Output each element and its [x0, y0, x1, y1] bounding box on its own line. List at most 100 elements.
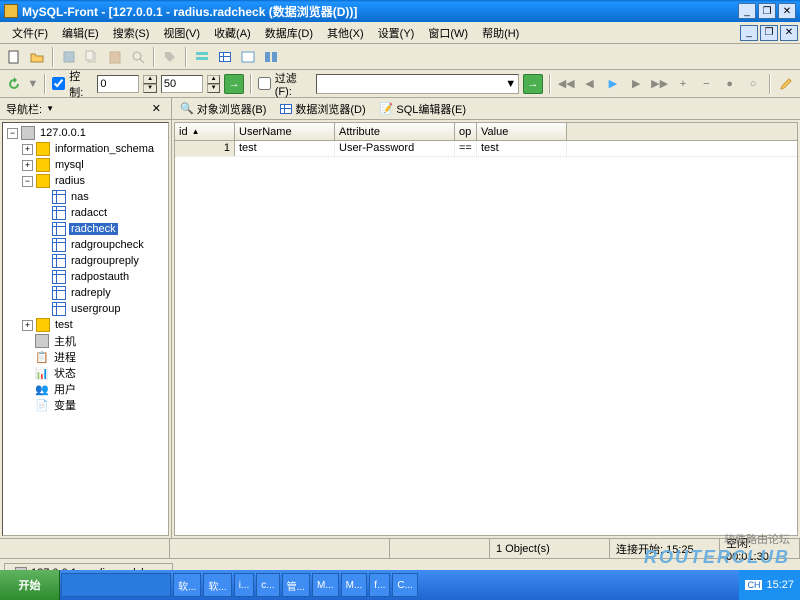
minimize-button-outer[interactable]: _: [738, 3, 756, 19]
add-row-icon[interactable]: +: [673, 74, 692, 94]
table-row[interactable]: 1 test User-Password == test: [175, 141, 797, 157]
tree-table-radreply[interactable]: radreply: [5, 285, 166, 301]
taskbar-item[interactable]: c...: [256, 573, 279, 597]
find-icon[interactable]: [128, 47, 148, 67]
nav-close-icon[interactable]: ✕: [148, 102, 165, 115]
tree-var[interactable]: 📄变量: [5, 397, 166, 413]
start-button[interactable]: 开始: [0, 570, 60, 600]
menu-help[interactable]: 帮助(H): [476, 23, 525, 43]
menu-view[interactable]: 视图(V): [157, 23, 206, 43]
filter-combo[interactable]: ▼: [316, 74, 519, 94]
tree-db-test[interactable]: +test: [5, 317, 166, 333]
quick-launch[interactable]: [61, 573, 171, 597]
tab-object-browser[interactable]: 🔍对象浏览器(B): [176, 99, 270, 119]
nav-last-icon[interactable]: ▶▶: [650, 74, 669, 94]
go-button[interactable]: →: [224, 74, 243, 94]
to-spin-up[interactable]: ▲: [207, 75, 221, 84]
data-grid[interactable]: id ▲ UserName Attribute op Value 1 test …: [174, 122, 798, 536]
edit-icon[interactable]: [777, 74, 796, 94]
filter-checkbox[interactable]: [258, 77, 271, 90]
tree-root[interactable]: − 127.0.0.1: [5, 125, 166, 141]
copy-icon[interactable]: [82, 47, 102, 67]
table-icon: [52, 222, 66, 236]
rollback-icon[interactable]: ○: [743, 74, 762, 94]
taskbar-item[interactable]: f...: [369, 573, 390, 597]
maximize-button-outer[interactable]: ❐: [758, 3, 776, 19]
to-input[interactable]: [161, 75, 203, 93]
commit-icon[interactable]: ●: [720, 74, 739, 94]
tree-db-radius[interactable]: −radius: [5, 173, 166, 189]
nav-current-icon[interactable]: ▶: [603, 74, 622, 94]
tag-icon[interactable]: [160, 47, 180, 67]
view-data-icon[interactable]: [215, 47, 235, 67]
view-object-icon[interactable]: [192, 47, 212, 67]
tree-table-radgroupreply[interactable]: radgroupreply: [5, 253, 166, 269]
filter-go-button[interactable]: →: [523, 74, 542, 94]
tab-data-browser[interactable]: 数据浏览器(D): [276, 99, 369, 119]
tree-table-nas[interactable]: nas: [5, 189, 166, 205]
tree-table-radacct[interactable]: radacct: [5, 205, 166, 221]
taskbar-item[interactable]: i...: [234, 573, 255, 597]
menu-window[interactable]: 窗口(W): [422, 23, 474, 43]
tree-host[interactable]: 主机: [5, 333, 166, 349]
tree-proc[interactable]: 📋进程: [5, 349, 166, 365]
paste-icon[interactable]: [105, 47, 125, 67]
main-panel: 🔍对象浏览器(B) 数据浏览器(D) 📝SQL编辑器(E) id ▲ UserN…: [172, 98, 800, 538]
nav-next-icon[interactable]: ▶: [627, 74, 646, 94]
col-username[interactable]: UserName: [235, 123, 335, 140]
table-icon: [52, 190, 66, 204]
tree-db-mysql[interactable]: +mysql: [5, 157, 166, 173]
from-spin-down[interactable]: ▼: [143, 84, 157, 93]
host-item-icon: [35, 334, 49, 348]
minimize-button-inner[interactable]: _: [740, 25, 758, 41]
col-value[interactable]: Value: [477, 123, 567, 140]
taskbar-item[interactable]: 软...: [173, 573, 201, 597]
col-id[interactable]: id ▲: [175, 123, 235, 140]
refresh-icon[interactable]: [4, 74, 23, 94]
taskbar-item[interactable]: 管...: [282, 573, 310, 597]
tree-stat[interactable]: 📊状态: [5, 365, 166, 381]
tray-lang-icon[interactable]: CH: [745, 580, 762, 590]
tree-user[interactable]: 👥用户: [5, 381, 166, 397]
nav-tree[interactable]: − 127.0.0.1 +information_schema+mysql−ra…: [2, 122, 169, 536]
menu-edit[interactable]: 编辑(E): [56, 23, 105, 43]
view-split-icon[interactable]: [261, 47, 281, 67]
taskbar-item[interactable]: M...: [341, 573, 368, 597]
col-op[interactable]: op: [455, 123, 477, 140]
statusbar: 1 Object(s) 连接开始: 15:25 空闲: 00:01:30: [0, 538, 800, 558]
to-spin-down[interactable]: ▼: [207, 84, 221, 93]
taskbar-item[interactable]: C...: [392, 573, 418, 597]
open-icon[interactable]: [27, 47, 47, 67]
new-icon[interactable]: [4, 47, 24, 67]
taskbar-item[interactable]: 软...: [203, 573, 231, 597]
tree-db-information_schema[interactable]: +information_schema: [5, 141, 166, 157]
menu-database[interactable]: 数据库(D): [259, 23, 319, 43]
save-icon[interactable]: [59, 47, 79, 67]
view-sql-icon[interactable]: [238, 47, 258, 67]
nav-prev-icon[interactable]: ◀: [580, 74, 599, 94]
menu-other[interactable]: 其他(X): [321, 23, 370, 43]
tree-table-usergroup[interactable]: usergroup: [5, 301, 166, 317]
app-icon: [4, 4, 18, 18]
tree-table-radgroupcheck[interactable]: radgroupcheck: [5, 237, 166, 253]
process-icon: 📋: [35, 350, 49, 364]
menu-favorites[interactable]: 收藏(A): [208, 23, 257, 43]
col-attribute[interactable]: Attribute: [335, 123, 455, 140]
table-icon: [52, 254, 66, 268]
system-tray[interactable]: CH 15:27: [739, 570, 800, 600]
delete-row-icon[interactable]: −: [697, 74, 716, 94]
tab-sql-editor[interactable]: 📝SQL编辑器(E): [376, 99, 470, 119]
menu-file[interactable]: 文件(F): [6, 23, 54, 43]
nav-first-icon[interactable]: ◀◀: [557, 74, 576, 94]
menu-options[interactable]: 设置(Y): [372, 23, 421, 43]
from-input[interactable]: [97, 75, 139, 93]
restore-button-inner[interactable]: ❐: [760, 25, 778, 41]
from-spin-up[interactable]: ▲: [143, 75, 157, 84]
close-button-outer[interactable]: ✕: [778, 3, 796, 19]
tree-table-radcheck[interactable]: radcheck: [5, 221, 166, 237]
control-checkbox[interactable]: [52, 77, 65, 90]
menu-search[interactable]: 搜索(S): [107, 23, 156, 43]
tree-table-radpostauth[interactable]: radpostauth: [5, 269, 166, 285]
taskbar-item[interactable]: M...: [312, 573, 339, 597]
close-button-inner[interactable]: ✕: [780, 25, 798, 41]
